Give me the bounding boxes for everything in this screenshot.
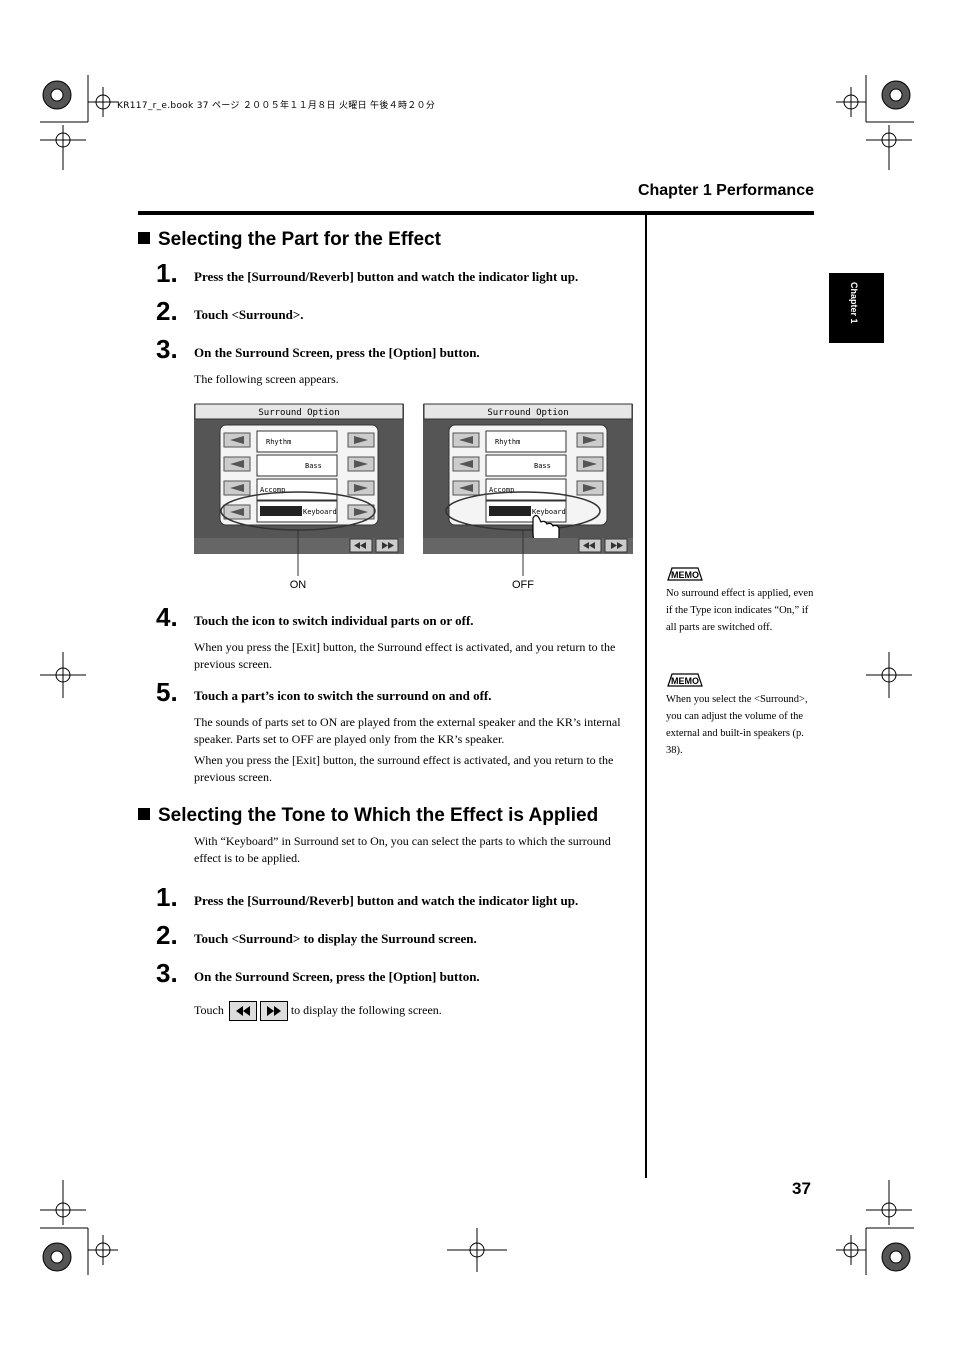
step-text: Touch a part’s icon to switch the surrou… xyxy=(194,688,492,703)
rewind-icon xyxy=(228,1001,257,1021)
part-rhythm: Rhythm xyxy=(495,438,520,446)
step-text: Press the [Surround/Reverb] button and w… xyxy=(194,893,579,908)
svg-text:MEMO: MEMO xyxy=(671,570,699,580)
body-text: When you press the [Exit] button, the Su… xyxy=(194,640,616,671)
step-number: 2. xyxy=(156,920,178,950)
svg-text:MEMO: MEMO xyxy=(671,676,699,686)
square-bullet-icon xyxy=(138,232,150,244)
step-text: Touch <Surround>. xyxy=(194,307,304,322)
memo-text: When you select the <Surround>, you can … xyxy=(666,694,808,756)
chapter-tab-label: Chapter 1 xyxy=(849,282,859,324)
screen-title: Surround Option xyxy=(487,408,568,418)
step-text: On the Surround Screen, press the [Optio… xyxy=(194,969,480,984)
step-text: Press the [Surround/Reverb] button and w… xyxy=(194,269,579,284)
body-text: With “Keyboard” in Surround set to On, y… xyxy=(194,834,611,865)
step-number: 3. xyxy=(156,334,178,364)
body-text: The sounds of parts set to ON are played… xyxy=(194,715,621,746)
step-text: Touch <Surround> to display the Surround… xyxy=(194,931,477,946)
step-number: 5. xyxy=(156,677,178,707)
body-text: The following screen appears. xyxy=(194,372,339,386)
page-number: 37 xyxy=(792,1179,811,1198)
step-number: 2. xyxy=(156,296,178,326)
memo-icon: MEMO xyxy=(667,673,703,687)
registration-marks xyxy=(40,75,914,1275)
memo-text: No surround effect is applied, even if t… xyxy=(666,588,814,633)
touch-instruction: Touch to display the following screen. xyxy=(194,1001,442,1021)
column-divider xyxy=(645,215,647,1178)
label-on: ON xyxy=(290,579,307,591)
square-bullet-icon xyxy=(138,808,150,820)
step-text: Touch the icon to switch individual part… xyxy=(194,613,474,628)
chapter-tab: Chapter 1 xyxy=(829,273,884,343)
step-number: 1. xyxy=(156,882,178,912)
fast-forward-icon xyxy=(259,1001,288,1021)
print-header: KR117_r_e.book 37 ページ ２００５年１１月８日 火曜日 午後４… xyxy=(117,101,436,111)
part-bass: Bass xyxy=(534,462,551,470)
step-text: On the Surround Screen, press the [Optio… xyxy=(194,345,480,360)
screen-on: Surround Option Rhythm Bass Accomp Keybo… xyxy=(194,403,404,591)
section-title-part: Selecting the Part for the Effect xyxy=(138,229,441,251)
part-keyboard: Keyboard xyxy=(303,508,337,516)
memo-icon: MEMO xyxy=(667,567,703,581)
section-title-tone: Selecting the Tone to Which the Effect i… xyxy=(138,805,598,827)
screen-title: Surround Option xyxy=(258,408,339,418)
part-keyboard: Keyboard xyxy=(532,508,566,516)
top-rule xyxy=(138,211,814,215)
body-text: When you press the [Exit] button, the su… xyxy=(194,753,614,784)
step-number: 3. xyxy=(156,958,178,988)
part-bass: Bass xyxy=(305,462,322,470)
screen-off: Surround Option Rhythm Bass Accomp Keybo… xyxy=(423,403,633,591)
label-off: OFF xyxy=(512,579,534,591)
surround-option-screens: Surround Option Rhythm Bass Accomp Keybo… xyxy=(194,403,633,591)
step-number: 1. xyxy=(156,258,178,288)
step-number: 4. xyxy=(156,602,178,632)
chapter-heading: Chapter 1 Performance xyxy=(637,182,814,199)
part-rhythm: Rhythm xyxy=(266,438,291,446)
